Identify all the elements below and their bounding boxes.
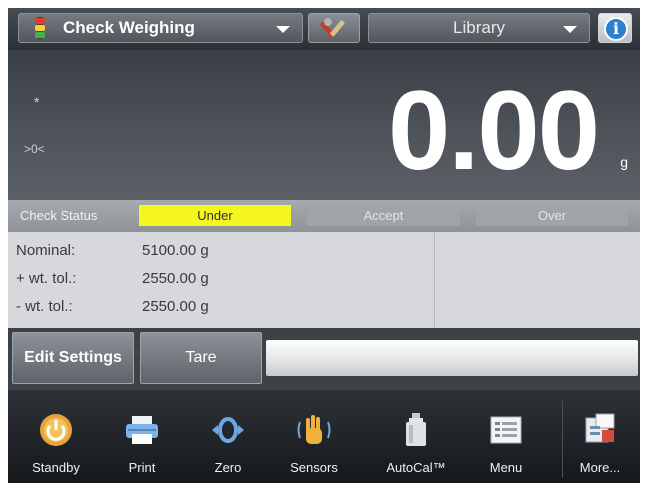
check-status-bar: Check Status Under Accept Over	[8, 200, 640, 232]
reference-panel: Nominal: 5100.00 g + wt. tol.: 2550.00 g…	[8, 232, 640, 328]
menu-list-icon	[490, 416, 522, 444]
more-apps-icon	[585, 413, 615, 443]
tools-icon	[320, 18, 345, 38]
autocal-button[interactable]: AutoCal™	[380, 412, 452, 480]
zero-icon	[212, 417, 244, 443]
tare-button[interactable]: Tare	[140, 332, 262, 384]
printer-icon	[126, 416, 158, 444]
action-bar-blank	[266, 340, 638, 376]
nominal-value: 5100.00 g	[142, 242, 209, 259]
plus-tolerance-value: 2550.00 g	[142, 270, 209, 287]
chevron-down-icon	[276, 26, 290, 33]
action-row: Edit Settings Tare	[8, 328, 640, 390]
weight-display: * >0< 0.00 g	[8, 50, 640, 200]
top-bar: Check Weighing Library i	[8, 8, 640, 50]
zero-button[interactable]: Zero	[192, 412, 264, 480]
info-button[interactable]: i	[598, 13, 632, 43]
standby-button[interactable]: Standby	[20, 412, 92, 480]
power-icon	[40, 414, 72, 446]
nominal-label: Nominal:	[16, 242, 76, 259]
autocal-label: AutoCal™	[386, 460, 446, 475]
autocal-weight-icon	[406, 413, 426, 446]
center-of-zero-indicator: >0<	[24, 142, 45, 156]
unit-label[interactable]: g	[620, 154, 628, 170]
application-dropdown[interactable]: Check Weighing	[18, 13, 303, 43]
plus-tolerance-label: + wt. tol.:	[16, 270, 77, 287]
edit-settings-button[interactable]: Edit Settings	[12, 332, 134, 384]
sensors-label: Sensors	[290, 460, 338, 475]
hand-sensor-icon	[297, 415, 331, 444]
stability-indicator: *	[34, 94, 40, 110]
chevron-down-icon	[563, 26, 577, 33]
standby-label: Standby	[32, 460, 80, 475]
print-button[interactable]: Print	[106, 412, 178, 480]
sensors-button[interactable]: Sensors	[278, 412, 350, 480]
balance-screen: Check Weighing Library i * >0< 0.00 g Ch…	[8, 8, 640, 483]
zero-label: Zero	[214, 460, 242, 475]
more-button[interactable]: More...	[564, 412, 636, 480]
status-over: Over	[476, 205, 628, 226]
tools-button[interactable]	[308, 13, 360, 43]
traffic-light-icon	[31, 17, 49, 39]
application-name: Check Weighing	[63, 18, 195, 37]
bottom-toolbar: Standby Print Zero Sensors AutoCal™ Menu…	[8, 390, 640, 483]
toolbar-divider	[562, 400, 563, 478]
library-dropdown[interactable]: Library	[368, 13, 590, 43]
panel-divider	[434, 232, 435, 328]
minus-tolerance-label: - wt. tol.:	[16, 298, 73, 315]
status-accept: Accept	[307, 205, 460, 226]
menu-label: Menu	[489, 460, 523, 475]
menu-button[interactable]: Menu	[470, 412, 542, 480]
print-label: Print	[128, 460, 156, 475]
more-label: More...	[579, 460, 621, 475]
check-status-title: Check Status	[20, 208, 98, 223]
minus-tolerance-value: 2550.00 g	[142, 298, 209, 315]
info-icon: i	[604, 17, 628, 41]
status-under: Under	[139, 205, 291, 226]
weight-readout: 0.00	[388, 68, 600, 193]
library-label: Library	[453, 18, 505, 37]
